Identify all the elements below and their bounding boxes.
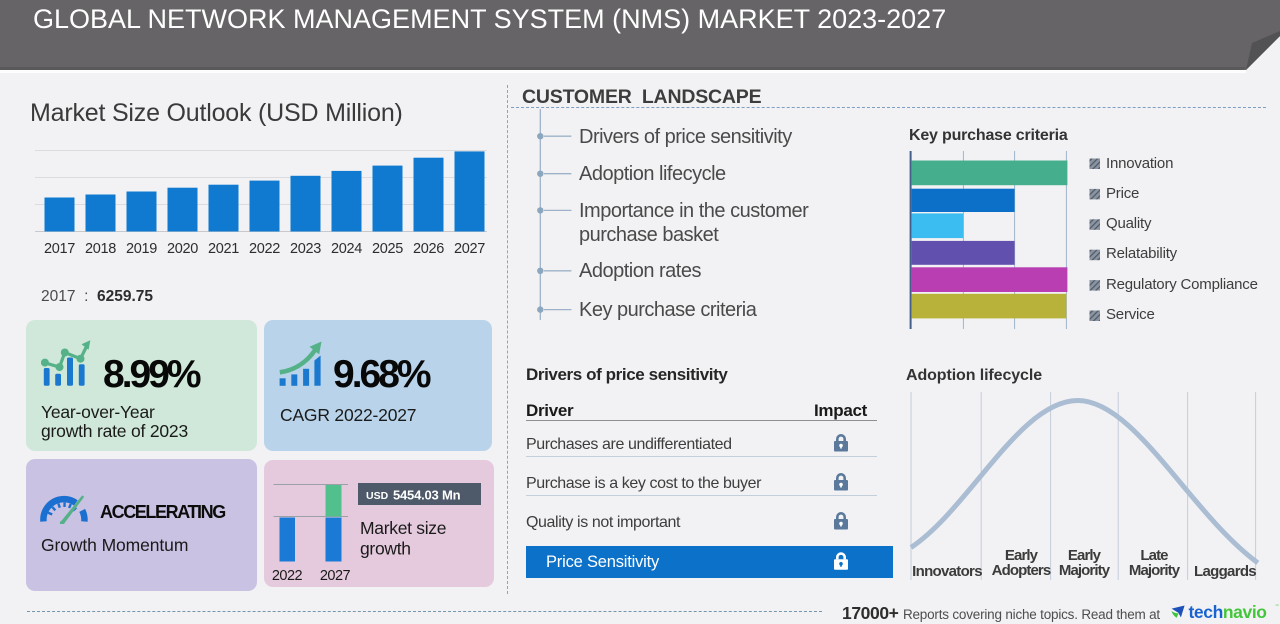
svg-text:2020: 2020 bbox=[167, 241, 198, 257]
svg-text:5454.03 Mn: 5454.03 Mn bbox=[393, 488, 461, 503]
svg-text:2027: 2027 bbox=[320, 568, 351, 584]
svg-text:2023: 2023 bbox=[290, 241, 321, 257]
svg-text:2017: 2017 bbox=[44, 241, 75, 257]
svg-text:2021: 2021 bbox=[208, 241, 239, 257]
svg-text:USD: USD bbox=[366, 490, 389, 502]
svg-text:2022: 2022 bbox=[272, 568, 303, 584]
svg-text:2019: 2019 bbox=[126, 241, 157, 257]
svg-text:2026: 2026 bbox=[413, 241, 444, 257]
svg-text:2018: 2018 bbox=[85, 241, 116, 257]
svg-text:2024: 2024 bbox=[331, 241, 362, 257]
svg-text:2027: 2027 bbox=[454, 241, 485, 257]
svg-text:Market sizegrowth: Market size growth bbox=[360, 518, 446, 559]
svg-text:2022: 2022 bbox=[249, 241, 280, 257]
svg-text:2025: 2025 bbox=[372, 241, 403, 257]
svg-text:technavio: technavio bbox=[1189, 603, 1267, 622]
